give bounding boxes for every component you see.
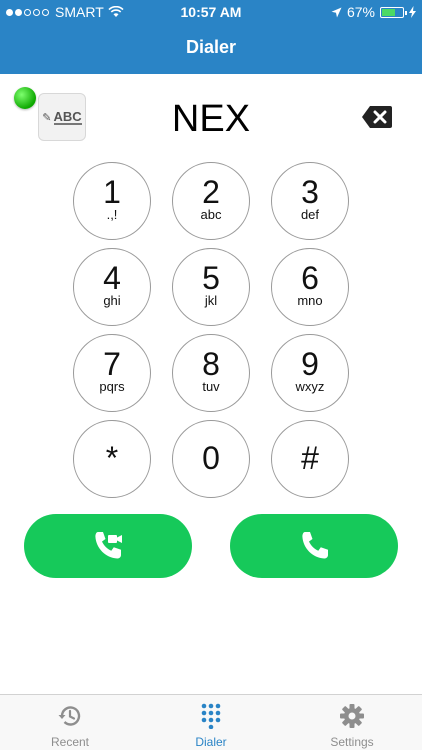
location-arrow-icon bbox=[331, 7, 342, 17]
key-digit: 8 bbox=[202, 346, 220, 382]
abc-label: ABC bbox=[53, 108, 82, 125]
key-letters: mno bbox=[297, 293, 323, 308]
tab-recent[interactable]: Recent bbox=[0, 695, 140, 751]
key-letters: jkl bbox=[204, 293, 218, 308]
phone-icon bbox=[302, 532, 328, 559]
app-header: SMART 10:57 AM 67% Dialer bbox=[0, 0, 422, 74]
tab-bar: Recent Dialer Settings bbox=[0, 694, 422, 750]
abc-keyboard-button[interactable]: ✎ ABC bbox=[38, 93, 86, 141]
key-letters: .,! bbox=[106, 207, 118, 222]
keypad-grid-icon bbox=[201, 703, 221, 729]
key-digit: 0 bbox=[202, 440, 220, 476]
gear-icon bbox=[340, 704, 364, 728]
key-digit: 1 bbox=[103, 174, 121, 210]
battery-icon bbox=[380, 6, 407, 18]
backspace-icon bbox=[362, 106, 392, 128]
key-3[interactable]: 3 def bbox=[271, 162, 349, 240]
key-star[interactable]: * bbox=[73, 420, 151, 498]
battery-percent: 67% bbox=[346, 4, 375, 20]
tab-label: Settings bbox=[330, 735, 374, 749]
key-7[interactable]: 7 pqrs bbox=[73, 334, 151, 412]
key-letters: def bbox=[300, 207, 320, 222]
key-5[interactable]: 5 jkl bbox=[172, 248, 250, 326]
key-letters: abc bbox=[200, 207, 222, 222]
tab-settings[interactable]: Settings bbox=[282, 695, 422, 751]
pencil-icon: ✎ bbox=[42, 111, 52, 124]
history-icon bbox=[58, 706, 81, 726]
key-4[interactable]: 4 ghi bbox=[73, 248, 151, 326]
tab-label: Dialer bbox=[195, 735, 227, 749]
key-digit: 5 bbox=[202, 260, 220, 296]
key-letters: ghi bbox=[103, 293, 121, 308]
key-9[interactable]: 9 wxyz bbox=[271, 334, 349, 412]
key-digit: 7 bbox=[103, 346, 121, 382]
tab-label: Recent bbox=[50, 735, 90, 749]
key-letters: wxyz bbox=[295, 379, 325, 394]
voice-call-button[interactable] bbox=[230, 514, 398, 578]
connection-status-led bbox=[14, 87, 36, 109]
charging-bolt-icon bbox=[409, 6, 416, 18]
status-bar: SMART 10:57 AM 67% bbox=[0, 0, 422, 24]
key-0[interactable]: 0 bbox=[172, 420, 250, 498]
key-digit: # bbox=[301, 440, 319, 476]
video-call-button[interactable] bbox=[24, 514, 192, 578]
key-2[interactable]: 2 abc bbox=[172, 162, 250, 240]
phone-video-icon bbox=[95, 532, 122, 559]
key-digit: 2 bbox=[202, 174, 220, 210]
key-digit: 9 bbox=[301, 346, 319, 382]
number-display: NEX bbox=[171, 98, 251, 140]
key-digit: 3 bbox=[301, 174, 319, 210]
key-digit: * bbox=[105, 440, 119, 476]
key-1[interactable]: 1 .,! bbox=[73, 162, 151, 240]
key-digit: 6 bbox=[301, 260, 319, 296]
key-6[interactable]: 6 mno bbox=[271, 248, 349, 326]
battery-fill bbox=[382, 8, 396, 16]
backspace-button[interactable] bbox=[361, 105, 393, 129]
page-title: Dialer bbox=[185, 37, 237, 57]
key-letters: tuv bbox=[202, 379, 220, 394]
key-8[interactable]: 8 tuv bbox=[172, 334, 250, 412]
key-digit: 4 bbox=[103, 260, 121, 296]
tab-dialer[interactable]: Dialer bbox=[141, 695, 281, 751]
status-right: 67% bbox=[331, 4, 416, 20]
key-letters: pqrs bbox=[99, 379, 125, 394]
key-hash[interactable]: # bbox=[271, 420, 349, 498]
